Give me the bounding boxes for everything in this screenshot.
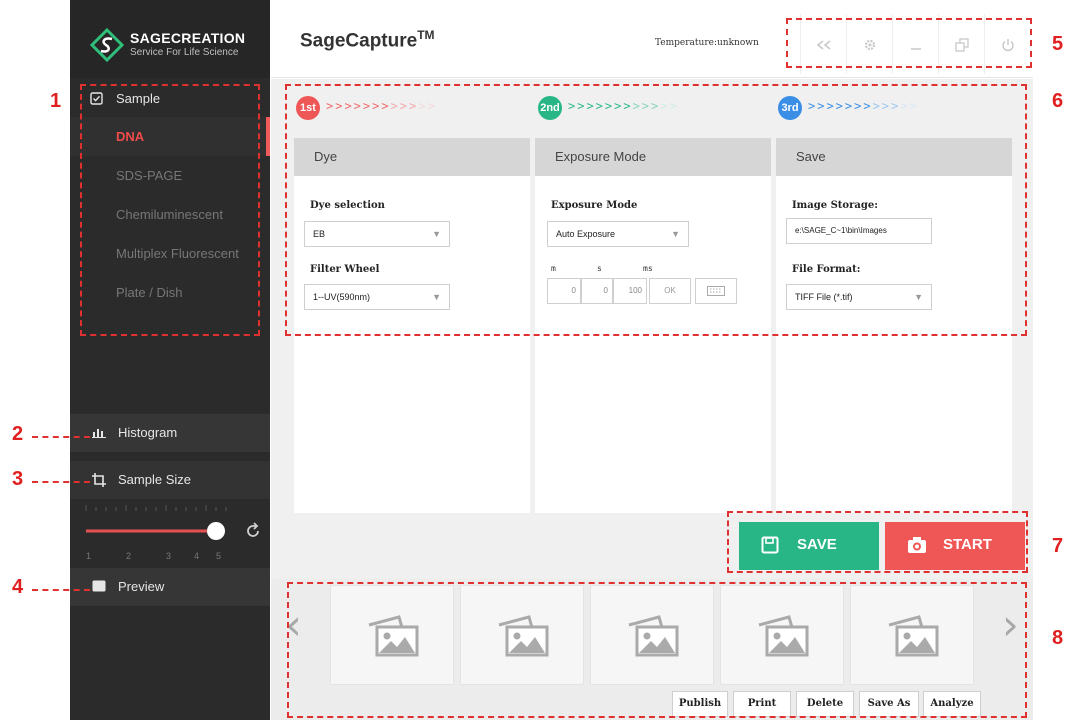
app-title: SageCaptureTM bbox=[300, 28, 435, 52]
annotation-label-1: 1 bbox=[50, 90, 62, 112]
histogram-section[interactable]: Histogram bbox=[70, 414, 270, 452]
slider-tick-3: 3 bbox=[166, 551, 172, 561]
annotation-label-8: 8 bbox=[1052, 627, 1064, 649]
active-indicator bbox=[266, 117, 270, 156]
reset-icon[interactable] bbox=[244, 522, 262, 540]
histogram-icon bbox=[92, 429, 106, 438]
temperature-status: Temperature:unknown bbox=[655, 38, 759, 48]
brand-logo-icon bbox=[90, 28, 124, 62]
annotation-box-1 bbox=[80, 84, 260, 336]
annotation-label-6: 6 bbox=[1052, 90, 1064, 112]
preview-icon bbox=[92, 580, 106, 592]
annotation-box-6 bbox=[285, 84, 1027, 336]
slider-tick-2: 2 bbox=[126, 551, 132, 561]
preview-section[interactable]: Preview bbox=[70, 568, 270, 606]
sample-size-label: Sample Size bbox=[118, 472, 191, 487]
annotation-label-4: 4 bbox=[12, 576, 24, 598]
annotation-box-8 bbox=[287, 582, 1027, 718]
annotation-box-7 bbox=[727, 511, 1028, 573]
brand-header: SAGECREATION Service For Life Science bbox=[70, 0, 270, 78]
slider-tick-5: 5 bbox=[216, 551, 222, 561]
slider-handle bbox=[207, 522, 225, 540]
slider-tick-4: 4 bbox=[194, 551, 200, 561]
annotation-leader-3 bbox=[32, 481, 90, 483]
sample-size-slider[interactable] bbox=[80, 503, 270, 565]
brand-tagline: Service For Life Science bbox=[130, 47, 239, 58]
annotation-label-5: 5 bbox=[1052, 33, 1064, 55]
annotation-box-5 bbox=[786, 18, 1032, 68]
slider-tick-1: 1 bbox=[86, 551, 92, 561]
preview-label: Preview bbox=[118, 579, 165, 594]
sample-size-section[interactable]: Sample Size bbox=[70, 461, 270, 499]
annotation-label-3: 3 bbox=[12, 468, 24, 490]
app-title-text: SageCapture bbox=[300, 30, 418, 52]
annotation-leader-2 bbox=[32, 436, 90, 438]
annotation-leader-4 bbox=[32, 589, 90, 591]
annotation-label-2: 2 bbox=[12, 423, 24, 445]
crop-icon bbox=[92, 473, 106, 487]
brand-name: SAGECREATION bbox=[130, 30, 246, 46]
histogram-label: Histogram bbox=[118, 425, 178, 440]
annotation-label-7: 7 bbox=[1052, 535, 1064, 557]
trademark: TM bbox=[417, 28, 435, 42]
